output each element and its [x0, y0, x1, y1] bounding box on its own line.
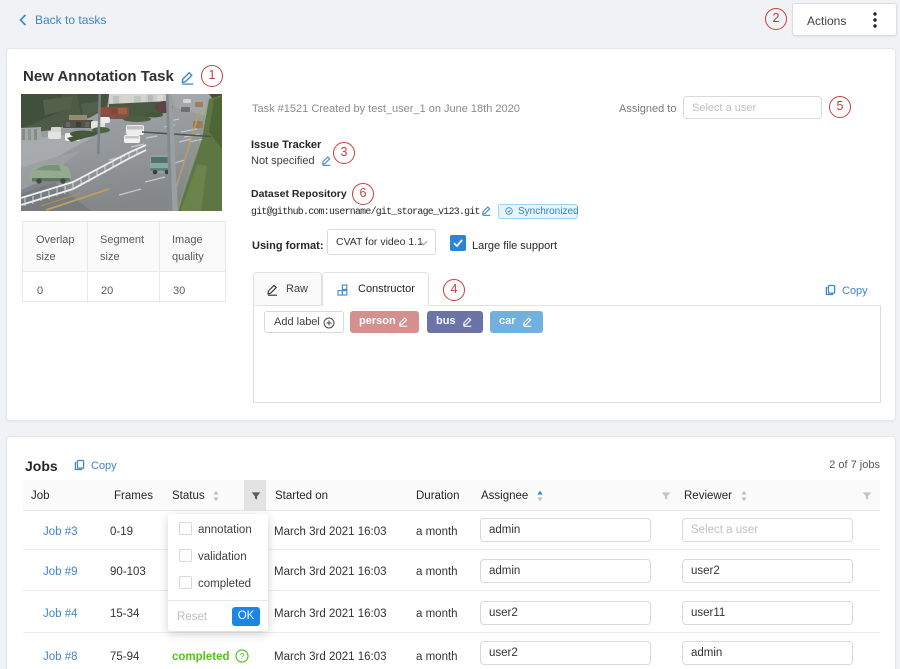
svg-text:?: ? — [240, 651, 245, 661]
